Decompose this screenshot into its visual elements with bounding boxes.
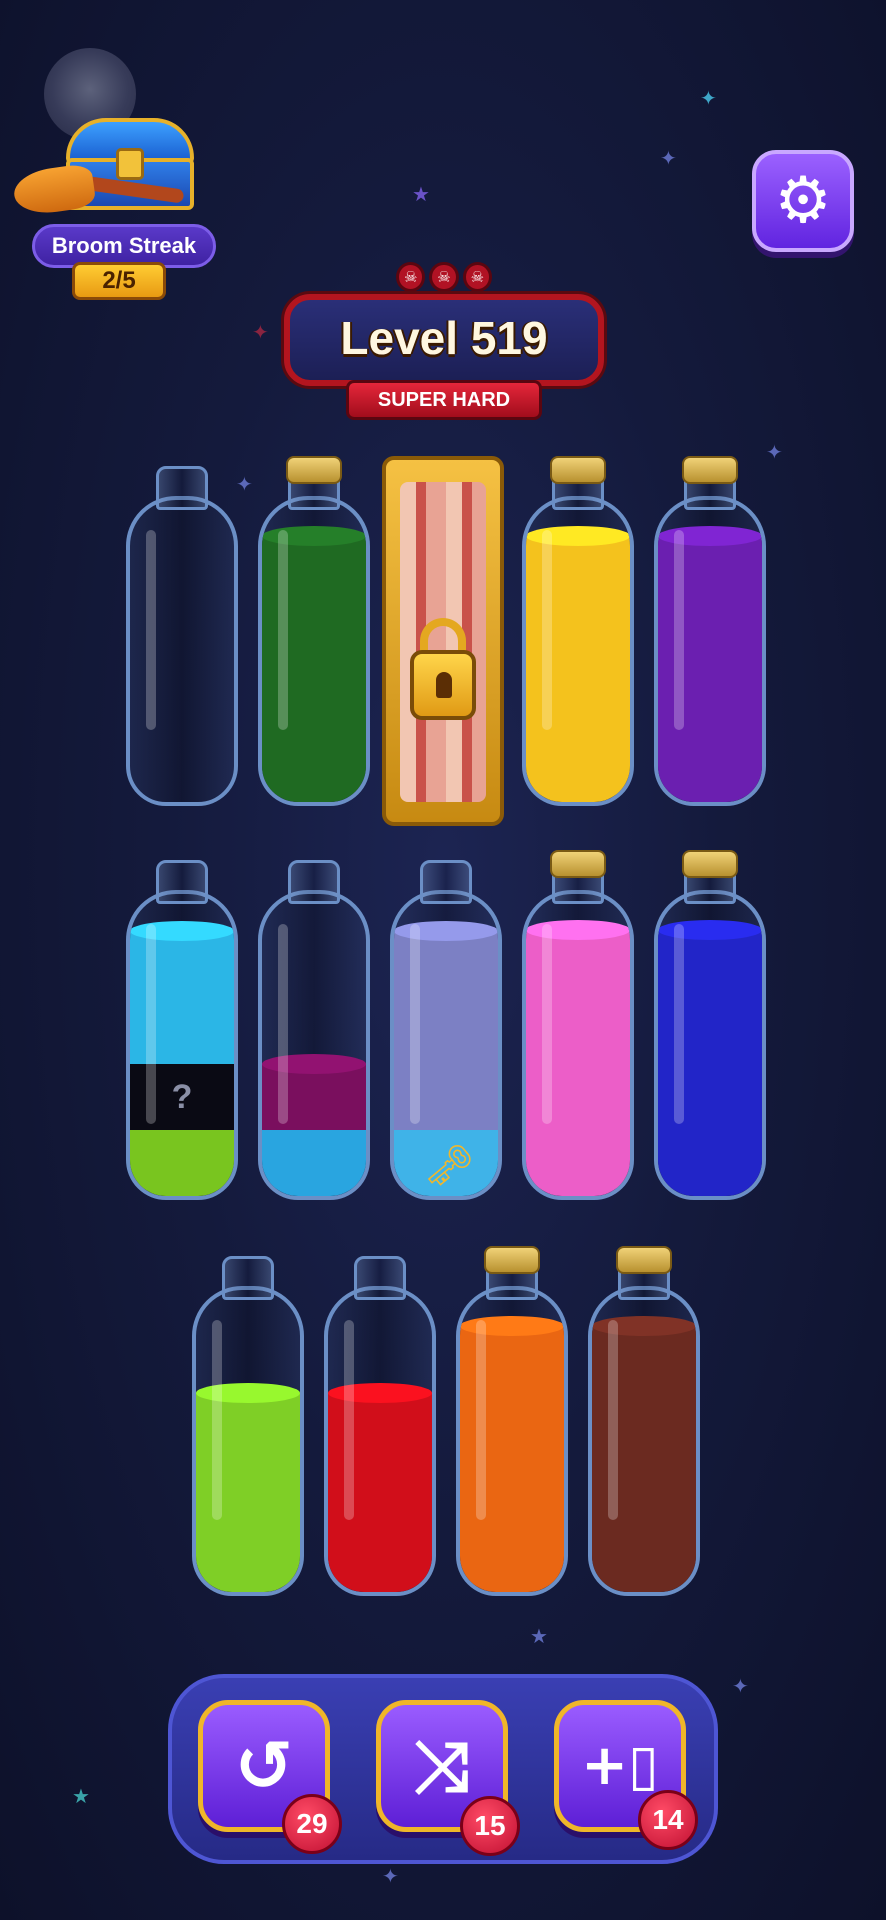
tube-r3-c4[interactable] <box>588 1246 700 1596</box>
add-bottle-count-badge: 14 <box>638 1790 698 1850</box>
locked-tube[interactable] <box>382 456 504 826</box>
glass-shine <box>674 924 684 1124</box>
glass-shine <box>542 924 552 1124</box>
glass-shine <box>212 1320 222 1520</box>
skull-icon: ☠ <box>462 262 492 292</box>
cork-icon <box>550 456 606 484</box>
broom-streak-count: 2/5 <box>72 262 166 300</box>
cork-icon <box>682 456 738 484</box>
glass-shine <box>608 1320 618 1520</box>
glass-shine <box>476 1320 486 1520</box>
tube-r3-c1[interactable] <box>192 1256 304 1596</box>
tube-glass <box>654 496 766 806</box>
tube-r2-c3[interactable]: 🗝 <box>390 860 502 1200</box>
tube-neck <box>420 860 472 904</box>
mystery-mark: ? <box>171 1077 193 1116</box>
liquid-layer: 🗝 <box>394 1130 498 1196</box>
cork-icon <box>616 1246 672 1274</box>
cork-icon <box>484 1246 540 1274</box>
glass-shine <box>410 924 420 1124</box>
tube-glass: 🗝 <box>390 890 502 1200</box>
tube-neck <box>222 1256 274 1300</box>
broom-streak-widget[interactable]: Broom Streak 2/5 <box>11 118 216 300</box>
shuffle-icon: ⤨ <box>414 1725 470 1807</box>
gear-icon: ⚙ <box>774 164 832 238</box>
glass-shine <box>542 530 552 730</box>
tube-glass <box>522 890 634 1200</box>
cork-icon <box>286 456 342 484</box>
difficulty-skulls: ☠ ☠ ☠ <box>396 262 492 298</box>
liquid-layer <box>262 1130 366 1196</box>
tube-r2-c1[interactable]: ? <box>126 860 238 1200</box>
tube-glass <box>324 1286 436 1596</box>
tube-glass <box>456 1286 568 1596</box>
tube-glass: ? <box>126 890 238 1200</box>
tube-glass <box>126 496 238 806</box>
tube-neck <box>354 1256 406 1300</box>
tube-r3-c3[interactable] <box>456 1246 568 1596</box>
tube-r1-c2[interactable] <box>258 456 370 806</box>
glass-shine <box>674 530 684 730</box>
tube-r2-c2[interactable] <box>258 860 370 1200</box>
tube-glass <box>522 496 634 806</box>
level-title: Level 519 <box>340 312 548 364</box>
glass-shine <box>344 1320 354 1520</box>
glass-shine <box>146 924 156 1124</box>
shuffle-count-badge: 15 <box>460 1796 520 1856</box>
tube-neck <box>156 860 208 904</box>
settings-button[interactable]: ⚙ <box>752 150 854 252</box>
tube-r1-c1[interactable] <box>126 466 238 806</box>
glass-shine <box>278 924 288 1124</box>
undo-count-badge: 29 <box>282 1794 342 1854</box>
undo-icon: ↺ <box>234 1725 294 1807</box>
tube-r2-c4[interactable] <box>522 850 634 1200</box>
tube-glass <box>258 890 370 1200</box>
skull-icon: ☠ <box>396 262 426 292</box>
tube-neck <box>288 860 340 904</box>
tube-neck <box>156 466 208 510</box>
tube-glass <box>588 1286 700 1596</box>
cork-icon <box>550 850 606 878</box>
padlock-icon <box>410 650 476 720</box>
level-banner: Level 519 <box>284 294 604 386</box>
tube-glass <box>654 890 766 1200</box>
tube-glass <box>258 496 370 806</box>
cork-icon <box>682 850 738 878</box>
glass-shine <box>278 530 288 730</box>
tube-r3-c2[interactable] <box>324 1256 436 1596</box>
add-bottle-icon: +▯ <box>581 1733 659 1798</box>
key-icon: 🗝 <box>423 1143 475 1189</box>
difficulty-label: SUPER HARD <box>346 380 542 420</box>
tube-r1-c5[interactable] <box>654 456 766 806</box>
tube-r1-c4[interactable] <box>522 456 634 806</box>
tube-glass <box>192 1286 304 1596</box>
glass-shine <box>146 530 156 730</box>
broom-icon <box>11 160 185 218</box>
skull-icon: ☠ <box>429 262 459 292</box>
liquid-layer <box>130 1130 234 1196</box>
tube-r2-c5[interactable] <box>654 850 766 1200</box>
